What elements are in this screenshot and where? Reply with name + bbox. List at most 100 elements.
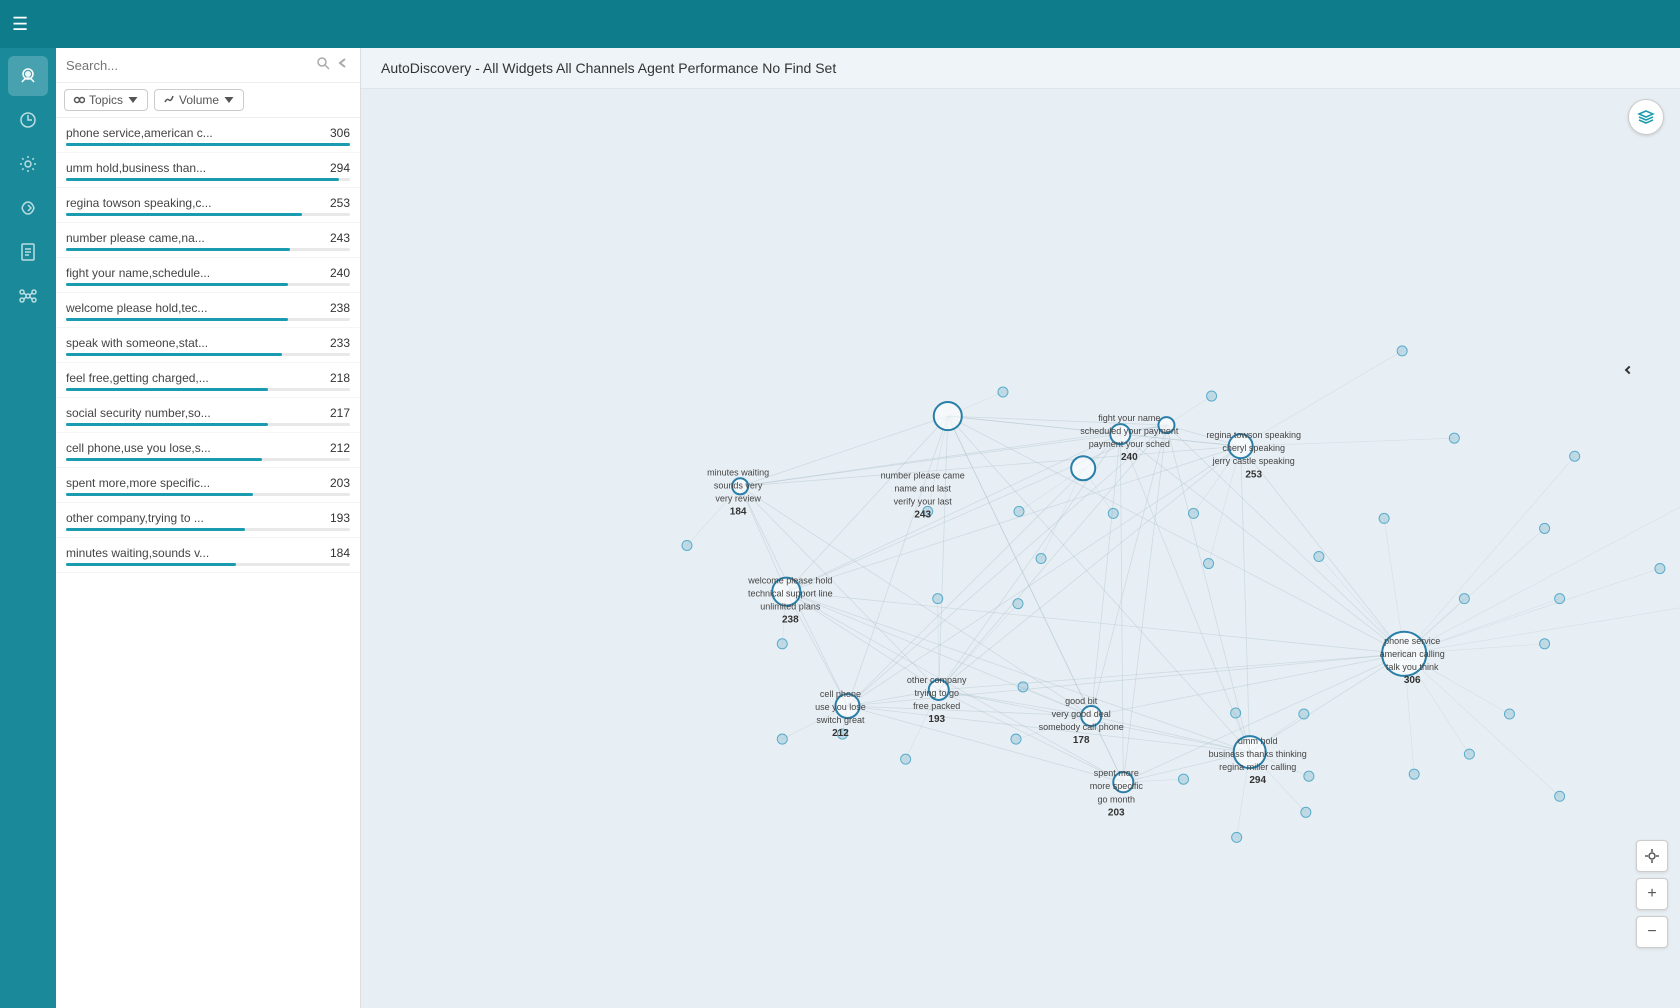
main-content: AutoDiscovery - All Widgets All Channels… [361,48,1680,1008]
topic-count: 238 [330,301,350,315]
topic-bar-bg [66,493,350,496]
svg-text:business thanks thinking: business thanks thinking [1209,749,1307,759]
topic-count: 306 [330,126,350,140]
search-icon [316,56,330,74]
topic-bar [66,248,290,251]
search-bar [56,48,360,83]
nav-icon-settings[interactable] [8,144,48,184]
zoom-out-button[interactable]: − [1636,916,1668,948]
topic-label: speak with someone,stat... [66,336,322,350]
topic-bar-bg [66,423,350,426]
topic-bar [66,353,282,356]
topic-bar [66,178,339,181]
topic-label: other company,trying to ... [66,511,322,525]
svg-text:fight your name: fight your name [1098,413,1160,423]
svg-text:umm hold: umm hold [1238,736,1278,746]
svg-text:spent more: spent more [1094,768,1139,778]
topic-item[interactable]: social security number,so... 217 [56,398,360,433]
topic-item[interactable]: cell phone,use you lose,s... 212 [56,433,360,468]
topics-filter[interactable]: Topics [64,89,148,111]
topic-item[interactable]: other company,trying to ... 193 [56,503,360,538]
topic-bar [66,388,268,391]
search-input[interactable] [66,58,310,73]
svg-text:jerry castle speaking: jerry castle speaking [1212,456,1295,466]
topic-label: cell phone,use you lose,s... [66,441,322,455]
svg-text:193: 193 [928,714,945,725]
topic-bar [66,493,253,496]
topic-count: 243 [330,231,350,245]
topic-count: 193 [330,511,350,525]
topic-label: regina towson speaking,c... [66,196,322,210]
top-bar: ☰ [0,0,1680,48]
nav-sidebar [0,48,56,1008]
topic-list: phone service,american c... 306 umm hold… [56,118,360,1008]
page-title: AutoDiscovery - All Widgets All Channels… [381,60,836,76]
topic-bar-bg [66,178,350,181]
topic-count: 218 [330,371,350,385]
svg-text:306: 306 [1404,675,1421,686]
topic-bar-bg [66,318,350,321]
menu-icon[interactable]: ☰ [12,14,28,35]
svg-text:cell phone: cell phone [820,689,861,699]
volume-filter[interactable]: Volume [154,89,244,111]
filter-bar: Topics Volume [56,83,360,118]
svg-text:american calling: american calling [1380,649,1445,659]
topic-item[interactable]: regina towson speaking,c... 253 [56,188,360,223]
svg-text:scheduled your payment: scheduled your payment [1080,426,1179,436]
svg-text:regina miller calling: regina miller calling [1219,762,1296,772]
svg-text:203: 203 [1108,807,1125,818]
topic-label: number please came,na... [66,231,322,245]
topic-bar [66,528,245,531]
nav-icon-nodes[interactable] [8,276,48,316]
svg-text:240: 240 [1121,452,1138,463]
svg-text:technical support line: technical support line [748,589,833,599]
topic-bar [66,458,262,461]
svg-text:253: 253 [1245,469,1262,480]
topic-label: social security number,so... [66,406,322,420]
topic-item[interactable]: minutes waiting,sounds v... 184 [56,538,360,573]
topic-bar-bg [66,248,350,251]
panel-sidebar: Topics Volume phone service,american c..… [56,48,361,1008]
svg-text:178: 178 [1073,735,1090,746]
topic-count: 240 [330,266,350,280]
topic-bar [66,283,288,286]
graph-area[interactable]: number please camename and lastverify yo… [361,89,1680,1008]
svg-text:243: 243 [914,509,931,520]
svg-text:more specific: more specific [1090,781,1144,791]
topic-count: 217 [330,406,350,420]
svg-text:212: 212 [832,728,849,739]
topic-label: feel free,getting charged,... [66,371,322,385]
network-graph: number please camename and lastverify yo… [361,89,1680,1008]
collapse-icon[interactable] [336,56,350,74]
topic-label: welcome please hold,tec... [66,301,322,315]
topic-bar-bg [66,353,350,356]
svg-text:number please came: number please came [881,470,965,480]
topic-item[interactable]: feel free,getting charged,... 218 [56,363,360,398]
topic-item[interactable]: umm hold,business than... 294 [56,153,360,188]
topic-bar [66,563,236,566]
svg-text:minutes waiting: minutes waiting [707,467,769,477]
topic-count: 184 [330,546,350,560]
topic-bar-bg [66,388,350,391]
topic-bar-bg [66,213,350,216]
nav-icon-home[interactable] [8,56,48,96]
svg-text:free packed: free packed [913,701,960,711]
svg-text:payment your sched: payment your sched [1089,439,1170,449]
topic-item[interactable]: fight your name,schedule... 240 [56,258,360,293]
layers-button[interactable] [1628,99,1664,135]
topic-bar-bg [66,528,350,531]
zoom-in-button[interactable]: + [1636,878,1668,910]
topic-bar [66,318,288,321]
nav-icon-document[interactable] [8,232,48,272]
topic-item[interactable]: number please came,na... 243 [56,223,360,258]
svg-text:other company: other company [907,675,967,685]
nav-icon-analytics[interactable] [8,100,48,140]
topic-bar-bg [66,458,350,461]
topic-item[interactable]: welcome please hold,tec... 238 [56,293,360,328]
topic-item[interactable]: spent more,more specific... 203 [56,468,360,503]
nav-icon-flow[interactable] [8,188,48,228]
svg-text:welcome please hold: welcome please hold [747,576,832,586]
locate-button[interactable] [1636,840,1668,872]
topic-item[interactable]: phone service,american c... 306 [56,118,360,153]
topic-item[interactable]: speak with someone,stat... 233 [56,328,360,363]
